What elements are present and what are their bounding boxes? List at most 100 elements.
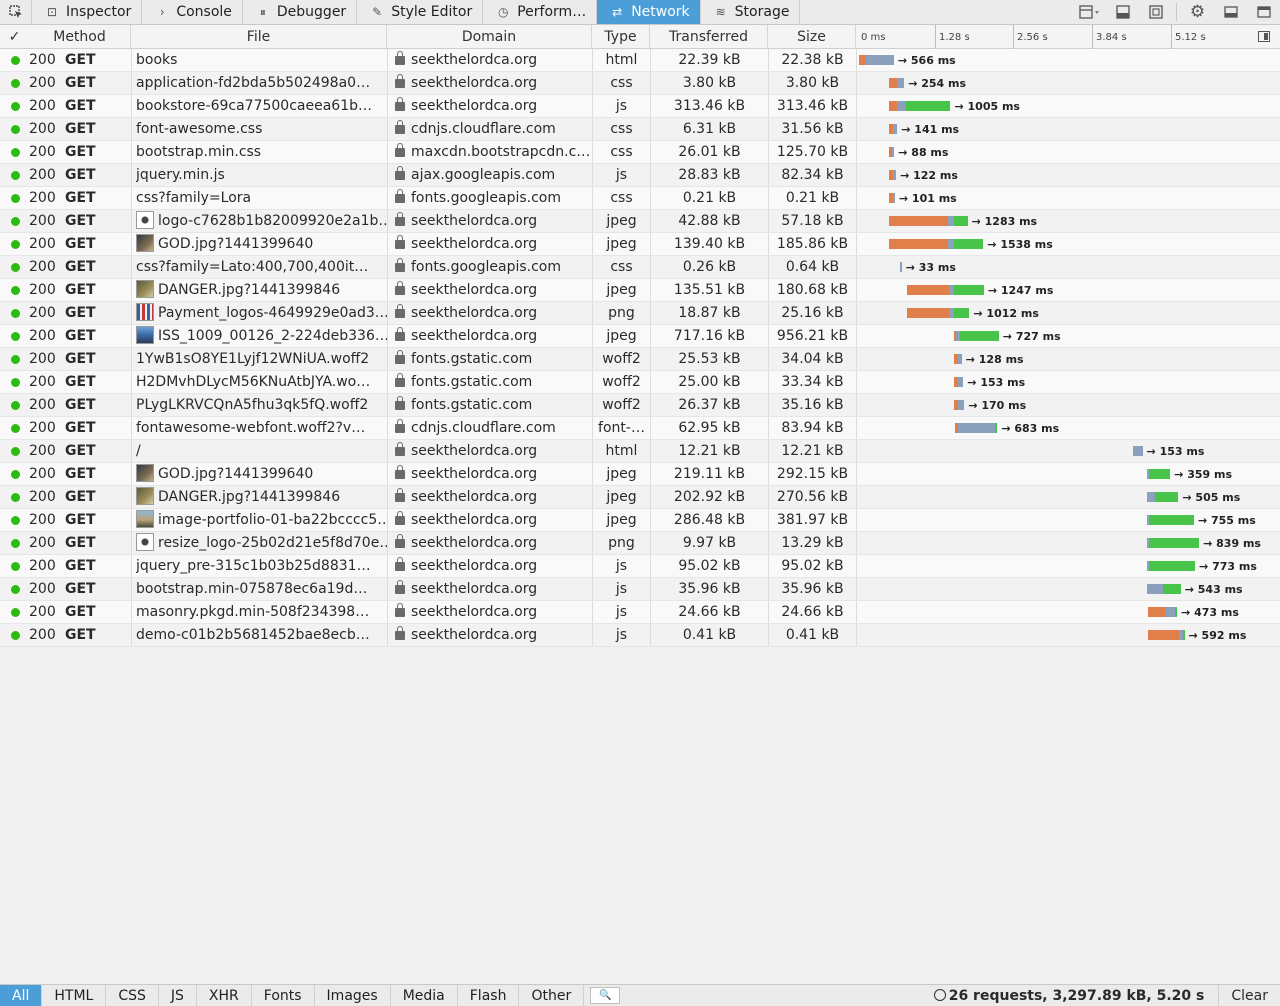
filter-xhr[interactable]: XHR [197,985,252,1006]
lock-icon [395,442,405,456]
request-row[interactable]: 200 GET GOD.jpg?1441399640 seekthelordca.or… [0,463,1280,486]
request-row[interactable]: 200 GET bootstrap.min.css maxcdn.bootstrapc… [0,141,1280,164]
filter-html[interactable]: HTML [42,985,107,1006]
timing-wait-segment [907,308,949,318]
timing-bar [907,285,984,295]
filter-media[interactable]: Media [391,985,458,1006]
timing-bar [953,331,999,341]
request-row[interactable]: 200 GET 1YwB1sO8YE1Lyjf12WNiUA.woff2 fonts.… [0,348,1280,371]
timing-bar [1133,446,1143,456]
filter-flash[interactable]: Flash [458,985,520,1006]
tab-storage[interactable]: ≋ Storage [701,0,801,24]
timing-duration: → 1283 ms [971,215,1038,228]
tab-debugger[interactable]: ⏸ Debugger [243,0,358,24]
request-row[interactable]: 200 GET ISS_1009_00126_2-224deb3366… seekth… [0,325,1280,348]
request-row[interactable]: 200 GET jquery_pre-315c1b03b25d8831549… see… [0,555,1280,578]
request-row[interactable]: 200 GET fontawesome-webfont.woff2?v=4.… cdn… [0,417,1280,440]
request-type: js [592,95,650,117]
filter-all[interactable]: All [0,985,43,1006]
tab-inspector[interactable]: ⊡ Inspector [32,0,143,24]
split-console-button[interactable] [1073,0,1106,24]
request-type: jpeg [592,325,650,347]
request-method: GET [65,52,96,68]
toggle-console-button[interactable] [1106,0,1139,24]
requests-table-header: ✓ Method File Domain Type Transferred Si… [0,25,1280,49]
tab-style-editor[interactable]: ✎ Style Editor [357,0,484,24]
filter-other[interactable]: Other [519,985,585,1006]
request-row[interactable]: 200 GET css?family=Lato:400,700,400italic f… [0,256,1280,279]
clear-button[interactable]: Clear [1218,985,1280,1006]
timing-duration: → 755 ms [1197,514,1256,527]
request-method: GET [65,420,96,436]
timing-duration: → 566 ms [897,54,956,67]
request-row[interactable]: 200 GET GOD.jpg?1441399640 seekthelordca.or… [0,233,1280,256]
type-column-header[interactable]: Type [592,25,650,49]
dock-bottom-button[interactable] [1214,0,1247,24]
waterfall-cell: → 153 ms [856,371,1280,393]
request-file: bookstore-69ca77500caeea61b684… [131,95,387,117]
filter-images[interactable]: Images [315,985,391,1006]
status-indicator-icon [11,148,20,157]
responsive-design-button[interactable] [1139,0,1172,24]
request-domain: seekthelordca.org [387,210,592,232]
waterfall-cell: → 683 ms [856,417,1280,439]
status-column-header[interactable]: ✓ [0,25,29,49]
lock-icon [395,235,405,249]
request-row[interactable]: 200 GET H2DMvhDLycM56KNuAtbJYA.woff2 fonts.… [0,371,1280,394]
request-row[interactable]: 200 GET jquery.min.js ajax.googleapis.com js… [0,164,1280,187]
file-name: 1YwB1sO8YE1Lyjf12WNiUA.woff2 [136,351,370,367]
request-type: jpeg [592,486,650,508]
request-method: GET [65,98,96,114]
transferred-size: 26.01 kB [650,141,768,163]
request-domain: fonts.gstatic.com [387,348,592,370]
filter-fonts[interactable]: Fonts [252,985,315,1006]
lock-icon [395,396,405,410]
request-row[interactable]: 200 GET demo-c01b2b5681452bae8ecbb6c… seekt… [0,624,1280,647]
timing-bar [907,308,970,318]
request-file: resize_logo-25b02d21e5f8d70e… [131,532,387,554]
request-row[interactable]: 200 GET application-fd2bda5b502498a0cd8… se… [0,72,1280,95]
domain-column-header[interactable]: Domain [387,25,592,49]
request-row[interactable]: 200 GET logo-c7628b1b82009920e2a1b… seekthe… [0,210,1280,233]
window-icon [1256,6,1271,18]
request-row[interactable]: 200 GET image-portfolio-01-ba22bcccc5… seek… [0,509,1280,532]
filter-css[interactable]: CSS [106,985,159,1006]
content-size: 0.64 kB [768,256,856,278]
domain-name: cdnjs.cloudflare.com [411,420,556,436]
request-row[interactable]: 200 GET bootstrap.min-075878ec6a19d24f… see… [0,578,1280,601]
close-toolbox-button[interactable] [1247,0,1280,24]
request-row[interactable]: 200 GET PLygLKRVCQnA5fhu3qk5fQ.woff2 fonts.… [0,394,1280,417]
transferred-size: 24.66 kB [650,601,768,623]
filter-search-box[interactable]: 🔍 [590,987,621,1004]
request-row[interactable]: 200 GET masonry.pkgd.min-508f234398a0a… see… [0,601,1280,624]
method-column-header[interactable]: Method [29,25,131,49]
tab-perform[interactable]: ◷ Perform… [483,0,598,24]
request-file: jquery_pre-315c1b03b25d8831549… [131,555,387,577]
request-row[interactable]: 200 GET bookstore-69ca77500caeea61b684… see… [0,95,1280,118]
request-row[interactable]: 200 GET books seekthelordca.org html 22.39 kB… [0,49,1280,72]
request-summary[interactable]: 26 requests, 3,297.89 kB, 5.20 s [933,985,1219,1006]
request-row[interactable]: 200 GET css?family=Lora fonts.googleapis.co… [0,187,1280,210]
filter-js[interactable]: JS [159,985,197,1006]
file-column-header[interactable]: File [131,25,387,49]
request-row[interactable]: 200 GET DANGER.jpg?1441399846 seekthelordca… [0,279,1280,302]
element-picker-button[interactable] [0,0,32,24]
tab-label: Network [631,4,690,20]
waterfall-column-header[interactable]: 0 ms 1.28 s 2.56 s 3.84 s 5.12 s [856,25,1280,49]
tab-console[interactable]: › Console [142,0,243,24]
collapse-waterfall-button[interactable] [1258,31,1270,42]
timing-wait-segment [1147,607,1166,617]
transferred-column-header[interactable]: Transferred [650,25,768,49]
request-row[interactable]: 200 GET / seekthelordca.org html 12.21 kB 12.2… [0,440,1280,463]
file-name: GOD.jpg?1441399640 [158,236,314,252]
transferred-size: 6.31 kB [650,118,768,140]
tab-network[interactable]: ⇄ Network [597,0,701,24]
settings-button[interactable]: ⚙ [1181,0,1214,24]
waterfall-cell: → 128 ms [856,348,1280,370]
request-domain: seekthelordca.org [387,532,592,554]
size-column-header[interactable]: Size [768,25,856,49]
request-row[interactable]: 200 GET font-awesome.css cdnjs.cloudflare.c… [0,118,1280,141]
request-row[interactable]: 200 GET DANGER.jpg?1441399846 seekthelordca… [0,486,1280,509]
request-row[interactable]: 200 GET Payment_logos-4649929e0ad3… seekthe… [0,302,1280,325]
request-row[interactable]: 200 GET resize_logo-25b02d21e5f8d70e… seekt… [0,532,1280,555]
